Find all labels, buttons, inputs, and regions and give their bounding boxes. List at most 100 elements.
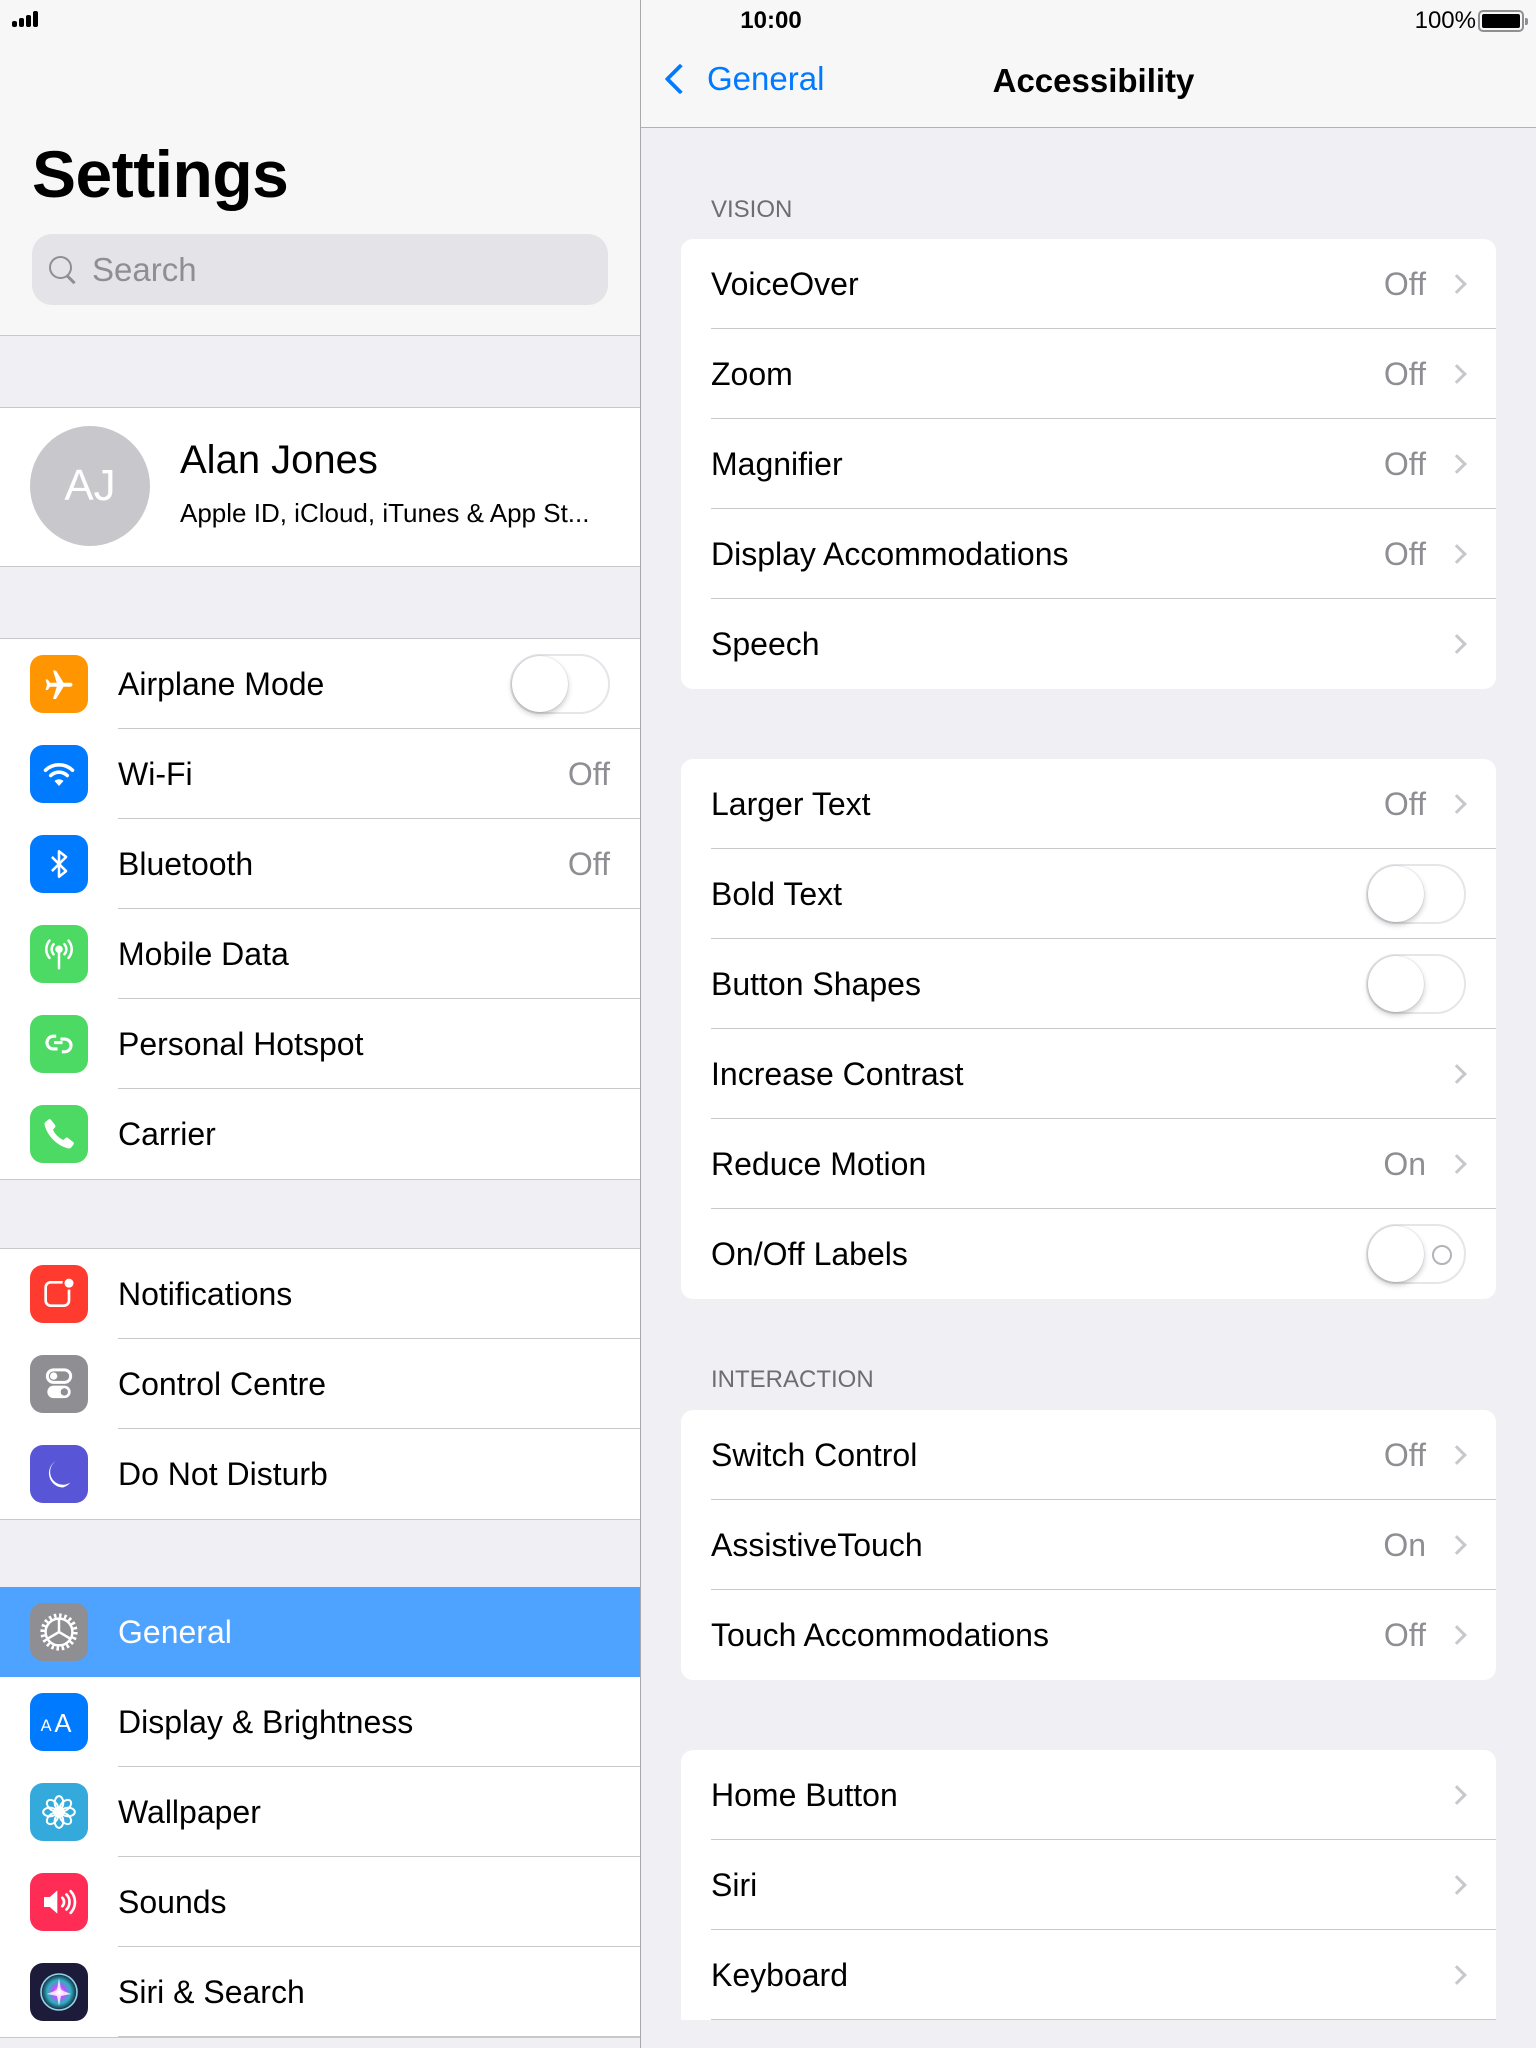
accessibility-row-touch-accommodations[interactable]: Touch Accommodations Off xyxy=(681,1590,1496,1680)
row-value: Off xyxy=(1383,265,1426,302)
chevron-right-icon xyxy=(1447,274,1467,294)
row-label: Button Shapes xyxy=(711,965,921,1002)
row-value: On xyxy=(1383,1145,1426,1182)
accessibility-row-switch-control[interactable]: Switch Control Off xyxy=(681,1410,1496,1500)
sidebar-item-label: Control Centre xyxy=(118,1365,327,1402)
sidebar-item-airplane-mode[interactable]: Airplane Mode xyxy=(0,639,640,729)
sidebar-item-general[interactable]: General xyxy=(0,1587,640,1677)
accessibility-row-home-button[interactable]: Home Button xyxy=(681,1750,1496,1840)
speaker-icon xyxy=(30,1873,88,1931)
row-value: Off xyxy=(1383,785,1426,822)
search-input[interactable] xyxy=(92,250,572,289)
sidebar-item-mobile-data[interactable]: Mobile Data xyxy=(0,909,640,999)
sidebar-item-wifi[interactable]: Wi-Fi Off xyxy=(0,729,640,819)
chevron-right-icon xyxy=(1447,364,1467,384)
airplane-mode-toggle[interactable] xyxy=(510,654,610,714)
sidebar-item-bluetooth[interactable]: Bluetooth Off xyxy=(0,819,640,909)
sidebar-item-siri-search[interactable]: Siri & Search xyxy=(0,1947,640,2037)
sidebar-item-wallpaper[interactable]: Wallpaper xyxy=(0,1767,640,1857)
accessibility-row-assistivetouch[interactable]: AssistiveTouch On xyxy=(681,1500,1496,1590)
nav-title: Accessibility xyxy=(992,62,1195,99)
sidebar-item-label: Carrier xyxy=(118,1115,216,1152)
hotspot-link-icon xyxy=(30,1015,88,1073)
row-separator xyxy=(711,2019,1496,2020)
bluetooth-icon xyxy=(30,835,88,893)
accessibility-row-button-shapes[interactable]: Button Shapes xyxy=(681,939,1496,1029)
bold-text-toggle[interactable] xyxy=(1366,864,1466,924)
row-value: Off xyxy=(1383,355,1426,392)
row-label: Increase Contrast xyxy=(711,1055,964,1092)
accessibility-row-larger-text[interactable]: Larger Text Off xyxy=(681,759,1496,849)
row-value: Off xyxy=(1383,1616,1426,1653)
row-label: Bold Text xyxy=(711,875,843,912)
accessibility-row-display-accommodations[interactable]: Display Accommodations Off xyxy=(681,509,1496,599)
row-label: Larger Text xyxy=(711,785,871,822)
sidebar-item-label: Sounds xyxy=(118,1883,227,1920)
row-label: VoiceOver xyxy=(711,265,859,302)
section-header-vision: VISION xyxy=(711,196,793,223)
page-title: Settings xyxy=(32,137,289,211)
row-label: Home Button xyxy=(711,1776,898,1813)
row-label: Switch Control xyxy=(711,1436,918,1473)
accessibility-row-reduce-motion[interactable]: Reduce Motion On xyxy=(681,1119,1496,1209)
apple-id-profile[interactable]: AJ Alan Jones Apple ID, iCloud, iTunes &… xyxy=(0,407,640,567)
sidebar-item-do-not-disturb[interactable]: Do Not Disturb xyxy=(0,1429,640,1519)
accessibility-row-bold-text[interactable]: Bold Text xyxy=(681,849,1496,939)
card-vision: VoiceOver Off Zoom Off Magnifier Off Display A… xyxy=(681,239,1496,689)
flower-icon xyxy=(30,1783,88,1841)
wifi-icon xyxy=(30,745,88,803)
search-field[interactable] xyxy=(32,234,608,305)
text-size-icon: AA xyxy=(30,1693,88,1751)
chevron-right-icon xyxy=(1447,544,1467,564)
row-value: Off xyxy=(1383,535,1426,572)
profile-name: Alan Jones xyxy=(180,438,378,482)
row-label: Zoom xyxy=(711,355,793,392)
siri-icon xyxy=(30,1963,88,2021)
accessibility-row-increase-contrast[interactable]: Increase Contrast xyxy=(681,1029,1496,1119)
chevron-right-icon xyxy=(1447,1625,1467,1645)
accessibility-row-zoom[interactable]: Zoom Off xyxy=(681,329,1496,419)
sidebar-item-label: Siri & Search xyxy=(118,1973,305,2010)
chevron-right-icon xyxy=(1447,454,1467,474)
accessibility-detail: 10:00 100% General Accessibility VISION … xyxy=(641,0,1536,2048)
chevron-right-icon xyxy=(1447,1965,1467,1985)
accessibility-row-speech[interactable]: Speech xyxy=(681,599,1496,689)
sidebar-item-sounds[interactable]: Sounds xyxy=(0,1857,640,1947)
row-label: On/Off Labels xyxy=(711,1235,908,1272)
sidebar-item-notifications[interactable]: Notifications xyxy=(0,1249,640,1339)
accessibility-row-magnifier[interactable]: Magnifier Off xyxy=(681,419,1496,509)
sidebar-item-carrier[interactable]: Carrier xyxy=(0,1089,640,1179)
chevron-right-icon xyxy=(1447,1154,1467,1174)
row-value: Off xyxy=(1383,1436,1426,1473)
sidebar-item-display-brightness[interactable]: A A Display & Brightness xyxy=(0,1677,640,1767)
row-label: Magnifier xyxy=(711,445,843,482)
sidebar-item-label: Personal Hotspot xyxy=(118,1025,364,1062)
sidebar-item-control-centre[interactable]: Control Centre xyxy=(0,1339,640,1429)
accessibility-row-keyboard[interactable]: Keyboard xyxy=(681,1930,1496,2020)
settings-group-notifications: Notifications Control Centre Do Not Distur… xyxy=(0,1248,640,1520)
accessibility-row-on-off-labels[interactable]: On/Off Labels xyxy=(681,1209,1496,1299)
chevron-right-icon xyxy=(1447,1875,1467,1895)
accessibility-row-siri[interactable]: Siri xyxy=(681,1840,1496,1930)
status-time: 10:00 xyxy=(740,7,802,34)
chevron-right-icon xyxy=(1447,1064,1467,1084)
row-label: Touch Accommodations xyxy=(711,1616,1049,1653)
toggle-knob xyxy=(512,656,568,712)
off-label-ring-icon xyxy=(1432,1245,1452,1265)
settings-sidebar: Settings AJ Alan Jones Apple ID, iCloud,… xyxy=(0,0,640,2048)
on-off-labels-toggle[interactable] xyxy=(1366,1224,1466,1284)
sidebar-item-label: General xyxy=(118,1613,232,1650)
battery-percentage: 100% xyxy=(1414,7,1476,34)
button-shapes-toggle[interactable] xyxy=(1366,954,1466,1014)
sidebar-item-label: Display & Brightness xyxy=(118,1703,414,1740)
accessibility-row-voiceover[interactable]: VoiceOver Off xyxy=(681,239,1496,329)
row-label: Reduce Motion xyxy=(711,1145,927,1182)
profile-subtitle: Apple ID, iCloud, iTunes & App St... xyxy=(180,498,590,528)
chevron-right-icon xyxy=(1447,1535,1467,1555)
sidebar-item-personal-hotspot[interactable]: Personal Hotspot xyxy=(0,999,640,1089)
phone-icon xyxy=(30,1105,88,1163)
row-value: Off xyxy=(1383,445,1426,482)
row-label: Speech xyxy=(711,625,820,662)
moon-icon xyxy=(30,1445,88,1503)
sidebar-item-label: Bluetooth xyxy=(118,845,254,882)
